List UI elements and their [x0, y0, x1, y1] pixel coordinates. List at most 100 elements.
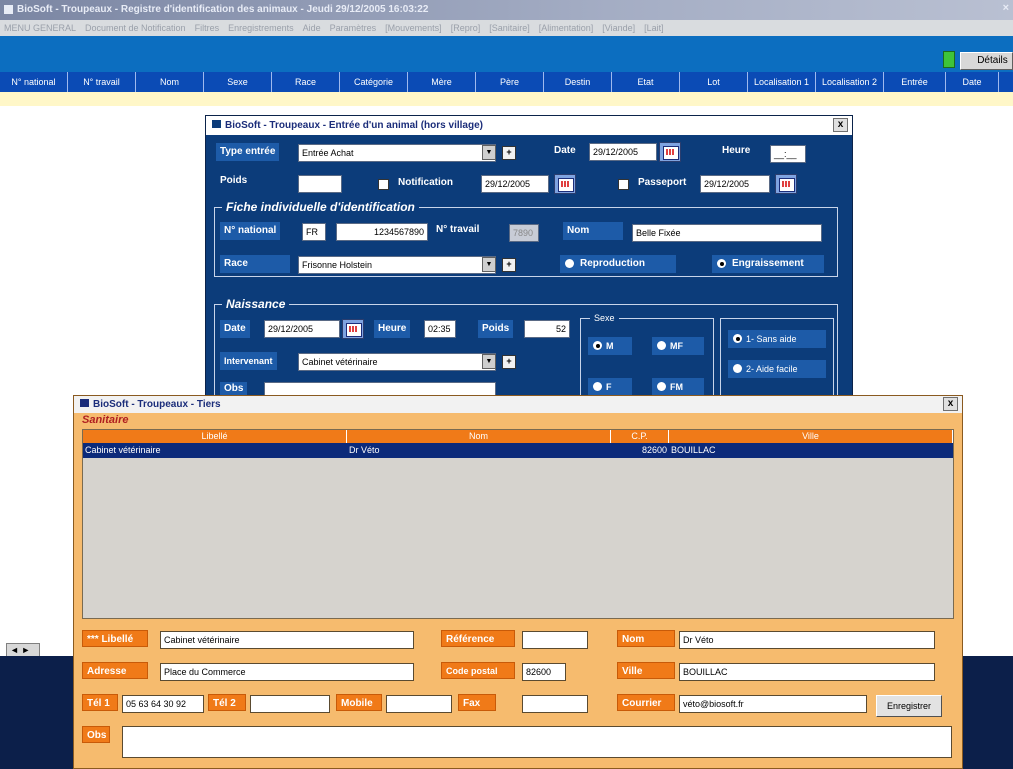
obs-field[interactable]: [122, 726, 952, 758]
column-header-race[interactable]: Race: [272, 72, 340, 92]
adresse-field[interactable]: Place du Commerce: [160, 663, 414, 681]
naissance-date-field[interactable]: 29/12/2005: [264, 320, 340, 338]
animal-grid-header: N° national N° travail Nom Sexe Race Cat…: [0, 72, 1013, 92]
naissance-poids-field[interactable]: 52: [524, 320, 570, 338]
naissance-obs-field[interactable]: [264, 382, 496, 396]
tiers-close-icon[interactable]: x: [943, 397, 958, 411]
date-calendar-icon[interactable]: [659, 142, 681, 162]
tel1-field[interactable]: 05 63 64 30 92: [122, 695, 204, 713]
passeport-date-field[interactable]: 29/12/2005: [700, 175, 770, 193]
column-header-lot[interactable]: Lot: [680, 72, 748, 92]
type-entree-dropdown-icon[interactable]: ▼: [482, 145, 496, 160]
table-row[interactable]: Cabinet vétérinaire Dr Véto 82600 BOUILL…: [83, 443, 953, 458]
menu-item-viande[interactable]: [Viande]: [602, 23, 635, 33]
date-field[interactable]: 29/12/2005: [589, 143, 657, 161]
reference-label: Référence: [441, 630, 515, 647]
race-add-button[interactable]: +: [502, 258, 516, 272]
courrier-field[interactable]: véto@biosoft.fr: [679, 695, 867, 713]
naissance-heure-field[interactable]: 02:35: [424, 320, 456, 338]
menu-item-general[interactable]: MENU GENERAL: [4, 23, 76, 33]
app-close-icon[interactable]: ×: [1003, 2, 1009, 14]
column-header-n-national[interactable]: N° national: [0, 72, 68, 92]
notification-label: Notification: [398, 177, 453, 188]
intervenant-dropdown-icon[interactable]: ▼: [482, 354, 496, 369]
column-header-localisation-1[interactable]: Localisation 1: [748, 72, 816, 92]
menu-item-enregistrements[interactable]: Enregistrements: [228, 23, 294, 33]
poids-field[interactable]: [298, 175, 342, 193]
column-header-n-travail[interactable]: N° travail: [68, 72, 136, 92]
naissance-obs-label: Obs: [220, 382, 248, 396]
horizontal-scrollbar[interactable]: ◄ ►: [6, 643, 40, 657]
nom-field[interactable]: Dr Véto: [679, 631, 935, 649]
mobile-field[interactable]: [386, 695, 452, 713]
libelle-field[interactable]: Cabinet vétérinaire: [160, 631, 414, 649]
engraissement-radio[interactable]: Engraissement: [712, 255, 824, 273]
adresse-label: Adresse: [82, 662, 148, 679]
reproduction-radio[interactable]: Reproduction: [560, 255, 676, 273]
column-header-nom[interactable]: Nom: [136, 72, 204, 92]
column-header-cp[interactable]: C.P.: [611, 430, 669, 443]
column-header-pere[interactable]: Père: [476, 72, 544, 92]
tiers-dialog: BioSoft - Troupeaux - Tiers x Sanitaire …: [73, 395, 963, 769]
menu-item-repro[interactable]: [Repro]: [451, 23, 481, 33]
column-header-categorie[interactable]: Catégorie: [340, 72, 408, 92]
column-header-libelle[interactable]: Libellé: [83, 430, 347, 443]
menu-item-filtres[interactable]: Filtres: [195, 23, 220, 33]
notification-checkbox[interactable]: [378, 179, 389, 190]
tel2-field[interactable]: [250, 695, 330, 713]
column-header-etat[interactable]: Etat: [612, 72, 680, 92]
column-header-ville[interactable]: Ville: [669, 430, 953, 443]
fax-field[interactable]: [522, 695, 588, 713]
tiers-list[interactable]: Libellé Nom C.P. Ville Cabinet vétérinai…: [82, 429, 954, 619]
app-title: BioSoft - Troupeaux - Registre d'identif…: [17, 4, 429, 15]
race-label: Race: [220, 255, 290, 273]
n-national-field[interactable]: 1234567890: [336, 223, 428, 241]
menu-item-mouvements[interactable]: [Mouvements]: [385, 23, 442, 33]
country-code-field[interactable]: FR: [302, 223, 326, 241]
nom-field[interactable]: Belle Fixée: [632, 224, 822, 242]
intervenant-add-button[interactable]: +: [502, 355, 516, 369]
notification-date-field[interactable]: 29/12/2005: [481, 175, 549, 193]
velage-aide-facile-radio[interactable]: 2- Aide facile: [728, 360, 826, 378]
details-button[interactable]: Détails: [960, 52, 1013, 70]
grid-filter-row[interactable]: [0, 92, 1013, 106]
column-header-entree[interactable]: Entrée: [884, 72, 946, 92]
column-header-localisation-2[interactable]: Localisation 2: [816, 72, 884, 92]
passeport-calendar-icon[interactable]: [775, 174, 797, 194]
n-travail-field[interactable]: 7890: [509, 224, 539, 242]
ville-field[interactable]: BOUILLAC: [679, 663, 935, 681]
race-select[interactable]: Frisonne Holstein: [298, 256, 496, 274]
reference-field[interactable]: [522, 631, 588, 649]
heure-field[interactable]: __:__: [770, 145, 806, 163]
race-dropdown-icon[interactable]: ▼: [482, 257, 496, 272]
animal-entry-close-icon[interactable]: x: [833, 118, 848, 132]
menu-item-sanitaire[interactable]: [Sanitaire]: [489, 23, 530, 33]
velage-sans-aide-radio[interactable]: 1- Sans aide: [728, 330, 826, 348]
sexe-f-radio[interactable]: F: [588, 378, 632, 396]
menu-item-lait[interactable]: [Lait]: [644, 23, 664, 33]
column-header-destin[interactable]: Destin: [544, 72, 612, 92]
save-button[interactable]: Enregistrer: [876, 695, 942, 717]
column-header-nom[interactable]: Nom: [347, 430, 611, 443]
passeport-checkbox[interactable]: [618, 179, 629, 190]
column-header-mere[interactable]: Mère: [408, 72, 476, 92]
sexe-m-radio[interactable]: M: [588, 337, 632, 355]
menu-item-alimentation[interactable]: [Alimentation]: [539, 23, 594, 33]
notification-calendar-icon[interactable]: [554, 174, 576, 194]
naissance-calendar-icon[interactable]: [342, 319, 364, 339]
row-nom: Dr Véto: [349, 445, 380, 455]
sexe-fm-radio[interactable]: FM: [652, 378, 704, 396]
code-postal-label: Code postal: [441, 662, 515, 679]
column-header-sexe[interactable]: Sexe: [204, 72, 272, 92]
type-entree-add-button[interactable]: +: [502, 146, 516, 160]
menu-item-aide[interactable]: Aide: [303, 23, 321, 33]
sexe-mf-radio[interactable]: MF: [652, 337, 704, 355]
code-postal-field[interactable]: 82600: [522, 663, 566, 681]
menu-item-parametres[interactable]: Paramètres: [330, 23, 377, 33]
libelle-label: *** Libellé: [82, 630, 148, 647]
intervenant-select[interactable]: Cabinet vétérinaire: [298, 353, 496, 371]
tiers-dialog-title: BioSoft - Troupeaux - Tiers: [93, 399, 221, 410]
type-entree-select[interactable]: Entrée Achat: [298, 144, 496, 162]
column-header-date[interactable]: Date: [946, 72, 999, 92]
menu-item-notification[interactable]: Document de Notification: [85, 23, 186, 33]
